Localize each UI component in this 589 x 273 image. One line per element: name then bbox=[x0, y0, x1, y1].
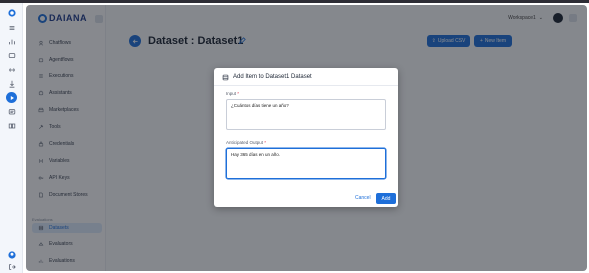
icon-rail bbox=[0, 3, 23, 273]
link-icon[interactable] bbox=[6, 64, 17, 75]
user-avatar-icon[interactable] bbox=[6, 249, 17, 260]
dataset-icon bbox=[222, 74, 229, 80]
dialog-title: Add Item to Dataset1 Dataset bbox=[233, 74, 312, 80]
logout-icon[interactable] bbox=[6, 261, 17, 272]
input-label: Input * bbox=[226, 91, 239, 96]
divider bbox=[214, 85, 398, 86]
add-item-dialog: Add Item to Dataset1 Dataset Input * ¿Cu… bbox=[214, 68, 398, 207]
dialog-header: Add Item to Dataset1 Dataset bbox=[222, 73, 312, 81]
required-mark: * bbox=[264, 140, 267, 145]
anticipated-output-label: Anticipated Output * bbox=[226, 140, 266, 145]
output-label-text: Anticipated Output bbox=[226, 140, 264, 145]
anticipated-output-textarea[interactable]: Hay 365 días en un año. bbox=[226, 148, 386, 179]
required-mark: * bbox=[237, 91, 240, 96]
output-value: Hay 365 días en un año. bbox=[231, 152, 281, 157]
cancel-button[interactable]: Cancel bbox=[355, 195, 371, 201]
message-icon[interactable] bbox=[6, 106, 17, 117]
play-icon[interactable] bbox=[6, 92, 17, 103]
input-textarea[interactable]: ¿Cuántos días tiene un año? bbox=[226, 99, 386, 130]
book-icon[interactable] bbox=[6, 120, 17, 131]
add-button[interactable]: Add bbox=[376, 193, 396, 204]
chat-icon[interactable] bbox=[6, 50, 17, 61]
title-bar bbox=[0, 0, 589, 3]
download-icon[interactable] bbox=[6, 78, 17, 89]
input-label-text: Input bbox=[226, 91, 237, 96]
chart-icon[interactable] bbox=[6, 36, 17, 47]
menu-icon[interactable] bbox=[6, 22, 17, 33]
logo-icon[interactable] bbox=[6, 7, 17, 18]
input-value: ¿Cuántos días tiene un año? bbox=[231, 103, 289, 108]
